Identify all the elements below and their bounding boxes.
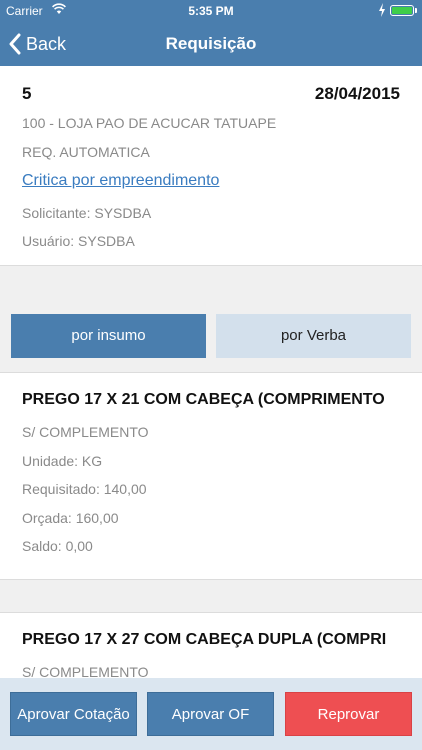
back-label: Back — [26, 33, 67, 54]
navigation-bar: Back Requisição — [0, 22, 422, 66]
approve-quote-button[interactable]: Aprovar Cotação — [10, 692, 137, 736]
requisition-number: 5 — [22, 84, 32, 103]
battery-icon — [390, 5, 414, 16]
item-complement: S/ COMPLEMENTO — [22, 424, 149, 440]
critica-link[interactable]: Critica por empreendimento — [22, 172, 219, 190]
approve-of-button[interactable]: Aprovar OF — [147, 692, 274, 736]
item-budgeted: Orçada: 160,00 — [22, 510, 119, 526]
status-bar: Carrier 5:35 PM — [0, 0, 422, 22]
requester-label: Solicitante: SYSDBA — [22, 205, 152, 221]
requisition-type: REQ. AUTOMATICA — [22, 144, 150, 160]
tab-por-verba[interactable]: por Verba — [216, 314, 411, 358]
clock-time: 5:35 PM — [188, 4, 234, 18]
action-bar: Aprovar Cotação Aprovar OF Reprovar — [0, 678, 422, 750]
user-label: Usuário: SYSDBA — [22, 233, 135, 249]
tab-por-insumo[interactable]: por insumo — [11, 314, 206, 358]
chevron-left-icon — [9, 33, 21, 55]
item-name: PREGO 17 X 21 COM CABEÇA (COMPRIMENTO — [22, 391, 385, 408]
reject-button[interactable]: Reprovar — [285, 692, 412, 736]
store-label: 100 - LOJA PAO DE ACUCAR TATUAPE — [22, 115, 277, 131]
list-item[interactable]: PREGO 17 X 27 COM CABEÇA DUPLA (COMPRI S… — [0, 612, 422, 682]
segmented-tabs: por insumo por Verba — [11, 314, 411, 358]
item-name: PREGO 17 X 27 COM CABEÇA DUPLA (COMPRI — [22, 631, 387, 648]
back-button[interactable]: Back — [8, 22, 66, 66]
item-requested: Requisitado: 140,00 — [22, 481, 147, 497]
item-balance: Saldo: 0,00 — [22, 538, 93, 554]
charging-icon — [379, 3, 385, 17]
requisition-header-card: 5 28/04/2015 100 - LOJA PAO DE ACUCAR TA… — [0, 66, 422, 266]
requisition-date: 28/04/2015 — [314, 84, 400, 103]
list-item[interactable]: PREGO 17 X 21 COM CABEÇA (COMPRIMENTO S/… — [0, 372, 422, 580]
item-unit: Unidade: KG — [22, 453, 103, 469]
battery-tip — [415, 8, 417, 13]
